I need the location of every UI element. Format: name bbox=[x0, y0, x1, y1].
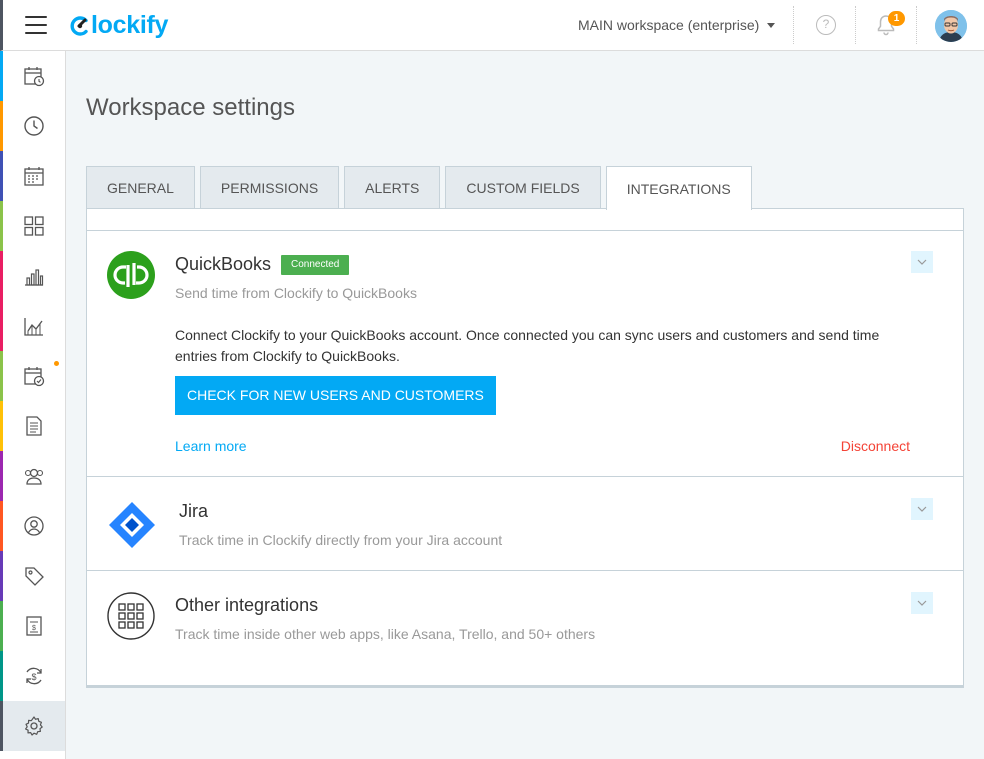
integration-description: Track time inside other web apps, like A… bbox=[175, 626, 596, 642]
top-bar: lockify MAIN workspace (enterprise) ? 1 bbox=[0, 0, 984, 51]
chevron-down-icon bbox=[917, 600, 927, 606]
sidebar: $ $ bbox=[0, 51, 66, 759]
integration-jira: Jira Track time in Clockify directly fro… bbox=[87, 478, 963, 571]
integration-description: Send time from Clockify to QuickBooks bbox=[175, 285, 417, 301]
sidebar-item-expenses[interactable]: $ bbox=[0, 651, 65, 701]
area-chart-icon bbox=[24, 318, 43, 336]
integrations-panel: QuickBooks Connected Send time from Cloc… bbox=[86, 208, 964, 688]
sidebar-item-clients[interactable] bbox=[0, 501, 65, 551]
svg-text:$: $ bbox=[32, 625, 36, 632]
clock-icon bbox=[24, 116, 44, 136]
page-title: Workspace settings bbox=[86, 94, 295, 121]
tab-permissions[interactable]: PERMISSIONS bbox=[199, 166, 340, 209]
divider bbox=[855, 6, 856, 44]
person-circle-icon bbox=[24, 516, 44, 536]
sidebar-item-activity[interactable] bbox=[0, 301, 65, 351]
sidebar-item-calendar[interactable] bbox=[0, 151, 65, 201]
workspace-selector[interactable]: MAIN workspace (enterprise) bbox=[578, 17, 776, 33]
integration-quickbooks: QuickBooks Connected Send time from Cloc… bbox=[87, 231, 963, 477]
integration-name: Other integrations bbox=[175, 595, 319, 615]
dollar-sync-icon: $ bbox=[26, 667, 42, 685]
expand-toggle[interactable] bbox=[911, 498, 933, 520]
integration-name: QuickBooks bbox=[175, 254, 272, 274]
sidebar-item-settings[interactable] bbox=[0, 701, 65, 751]
check-users-customers-button[interactable]: CHECK FOR NEW USERS AND CUSTOMERS bbox=[175, 376, 496, 415]
expand-toggle[interactable] bbox=[911, 592, 933, 614]
sidebar-item-time-tracker[interactable] bbox=[0, 101, 65, 151]
sidebar-item-timesheet[interactable] bbox=[0, 51, 65, 101]
divider bbox=[916, 6, 917, 44]
hamburger-menu-icon[interactable] bbox=[25, 16, 47, 34]
avatar[interactable] bbox=[935, 10, 967, 42]
gear-icon bbox=[25, 716, 43, 736]
sidebar-item-approvals[interactable] bbox=[0, 351, 65, 401]
notification-badge: 1 bbox=[888, 11, 905, 26]
tab-general[interactable]: GENERAL bbox=[86, 166, 195, 209]
divider bbox=[793, 6, 794, 44]
tab-custom-fields[interactable]: CUSTOM FIELDS bbox=[445, 166, 601, 209]
clockify-logo[interactable]: lockify bbox=[69, 11, 168, 40]
integration-description: Track time in Clockify directly from you… bbox=[179, 532, 503, 548]
invoice-icon: $ bbox=[26, 616, 42, 636]
tab-integrations[interactable]: INTEGRATIONS bbox=[605, 166, 752, 210]
apps-grid-icon bbox=[107, 592, 155, 645]
clockify-c-icon bbox=[70, 15, 88, 36]
jira-logo-icon bbox=[107, 500, 157, 555]
calendar-check-icon bbox=[24, 367, 45, 387]
bar-chart-icon bbox=[25, 269, 44, 286]
sidebar-item-dashboard[interactable] bbox=[0, 201, 65, 251]
help-icon[interactable]: ? bbox=[816, 15, 836, 35]
tag-icon bbox=[25, 567, 44, 586]
svg-text:$: $ bbox=[31, 672, 36, 682]
integration-body-text: Connect Clockify to your QuickBooks acco… bbox=[175, 327, 880, 364]
dashboard-grid-icon bbox=[24, 216, 44, 236]
integration-name: Jira bbox=[179, 501, 209, 521]
calendar-icon bbox=[24, 167, 44, 186]
chevron-down-icon bbox=[917, 506, 927, 512]
logo-text: lockify bbox=[91, 11, 169, 39]
settings-tabs: GENERAL PERMISSIONS ALERTS CUSTOM FIELDS… bbox=[86, 166, 757, 210]
calendar-clock-icon bbox=[24, 67, 45, 87]
document-icon bbox=[26, 416, 42, 436]
workspace-label: MAIN workspace (enterprise) bbox=[578, 17, 760, 33]
sidebar-item-projects[interactable] bbox=[0, 401, 65, 451]
status-badge: Connected bbox=[281, 255, 350, 275]
disconnect-link[interactable]: Disconnect bbox=[841, 438, 910, 454]
integration-other: Other integrations Track time inside oth… bbox=[87, 572, 963, 666]
quickbooks-logo-icon bbox=[107, 251, 155, 304]
notification-dot bbox=[54, 361, 59, 366]
team-icon bbox=[24, 468, 44, 485]
chevron-down-icon bbox=[917, 259, 927, 265]
sidebar-item-invoices[interactable]: $ bbox=[0, 601, 65, 651]
chevron-down-icon bbox=[767, 22, 776, 28]
expand-toggle[interactable] bbox=[911, 251, 933, 273]
sidebar-item-tags[interactable] bbox=[0, 551, 65, 601]
tab-alerts[interactable]: ALERTS bbox=[344, 166, 441, 209]
sidebar-item-team[interactable] bbox=[0, 451, 65, 501]
learn-more-link[interactable]: Learn more bbox=[175, 438, 247, 454]
sidebar-item-reports[interactable] bbox=[0, 251, 65, 301]
